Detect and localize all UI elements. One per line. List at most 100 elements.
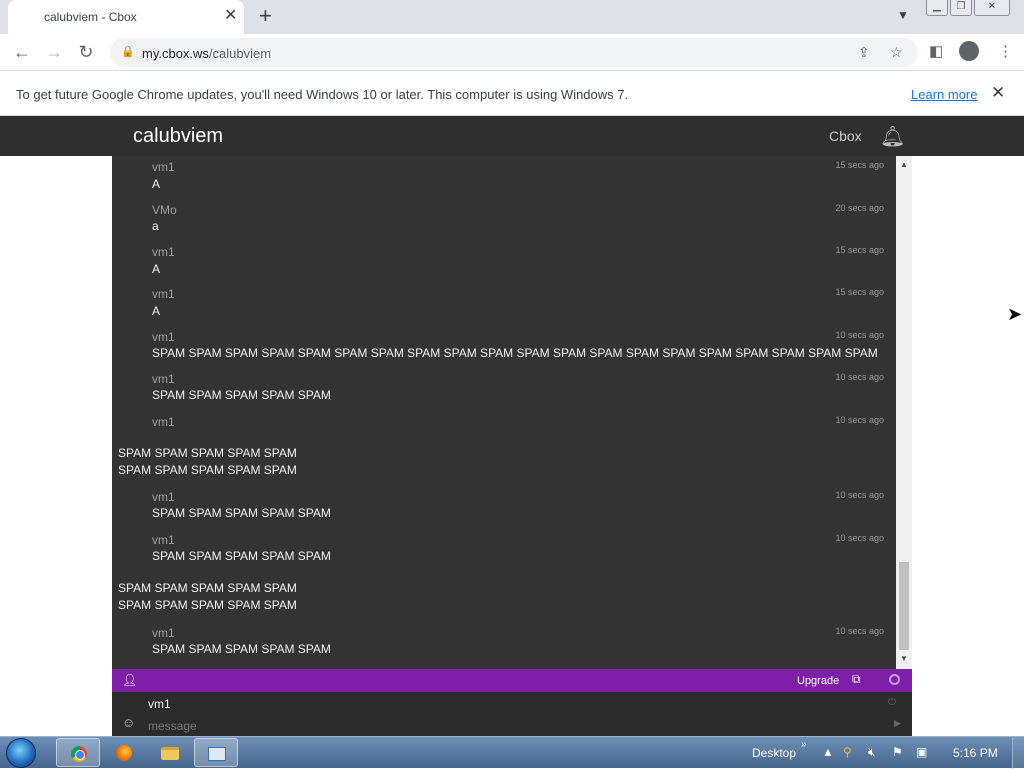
firefox-icon: [116, 745, 132, 761]
forward-icon[interactable]: →: [42, 40, 66, 64]
user-icon[interactable]: 👤︎: [122, 673, 137, 687]
side-panel-icon[interactable]: ◧: [929, 42, 943, 60]
infobar-close-icon[interactable]: ✕: [991, 83, 1005, 103]
message-time: 20 secs ago: [835, 203, 884, 213]
message-nick[interactable]: VMo: [152, 203, 177, 217]
chat-input-area: ⏻ ☺ ▶: [112, 692, 912, 736]
scroll-thumb[interactable]: [899, 562, 909, 650]
volume-muted-icon[interactable]: 🔇︎: [868, 745, 876, 760]
desktop-toolbar-label[interactable]: Desktop: [752, 746, 796, 760]
chat-action-bar: 👤︎ Upgrade ⧉: [112, 669, 912, 692]
message-body: SPAM SPAM SPAM SPAM SPAM SPAM SPAM SPAM …: [152, 346, 878, 360]
update-infobar: To get future Google Chrome updates, you…: [0, 72, 1024, 116]
toolbar-expand-icon[interactable]: »: [801, 739, 807, 750]
network-icon[interactable]: ▣: [916, 745, 927, 759]
notification-bell-icon[interactable]: 🔔︎: [880, 124, 905, 149]
tab-title: calubviem - Cbox: [44, 10, 137, 24]
message-nick[interactable]: vm1: [152, 372, 175, 386]
folder-icon: [161, 747, 179, 760]
site-header: calubviem Cbox 🔔︎: [0, 116, 1024, 156]
taskbar-clock[interactable]: 5:16 PM: [953, 746, 998, 760]
message-nick[interactable]: vm1: [152, 245, 175, 259]
show-desktop-button[interactable]: [1012, 737, 1024, 769]
browser-toolbar: ← → ↻ 🔒 my.cbox.ws/calubviem ⇪ ☆ ◧ ⋮: [0, 34, 1024, 71]
message-nick[interactable]: vm1: [152, 160, 175, 174]
cbox-page: calubviem Cbox 🔔︎ vm1 15 secs ago A VMo …: [0, 116, 1024, 736]
message-body: SPAM SPAM SPAM SPAM SPAM: [152, 549, 331, 563]
scroll-down-arrow-icon[interactable]: ▼: [900, 654, 908, 663]
chat-messages[interactable]: vm1 15 secs ago A VMo 20 secs ago a vm1 …: [112, 156, 912, 669]
message-body: a: [152, 219, 159, 233]
message-nick[interactable]: vm1: [152, 287, 175, 301]
popout-icon[interactable]: ⧉: [852, 672, 861, 687]
message-time: 10 secs ago: [835, 372, 884, 382]
window-controls: ▁ ❐ ✕: [926, 0, 1010, 16]
infobar-message: To get future Google Chrome updates, you…: [16, 87, 629, 102]
message-body: SPAM SPAM SPAM SPAM SPAM: [152, 642, 331, 656]
message-body: A: [152, 262, 161, 276]
address-bar[interactable]: 🔒 my.cbox.ws/calubviem ⇪ ☆: [110, 38, 918, 67]
message-time: 15 secs ago: [835, 245, 884, 255]
cbox-nav-link[interactable]: Cbox: [829, 128, 862, 144]
message-line: SPAM SPAM SPAM SPAM SPAM: [118, 581, 297, 595]
loading-spinner-icon: [889, 674, 900, 685]
show-hidden-icons-icon[interactable]: ▲: [822, 745, 834, 759]
message-nick[interactable]: vm1: [152, 626, 175, 640]
message-time: 10 secs ago: [835, 490, 884, 500]
chrome-icon: [71, 746, 87, 762]
restore-button[interactable]: ❐: [950, 0, 972, 16]
minimize-button[interactable]: ▁: [926, 0, 948, 16]
action-center-flag-icon[interactable]: ⚑: [892, 745, 903, 759]
message-line: SPAM SPAM SPAM SPAM SPAM: [118, 598, 297, 612]
message-multiline-text: SPAM SPAM SPAM SPAM SPAM SPAM SPAM SPAM …: [118, 580, 297, 614]
scroll-up-arrow-icon[interactable]: ▲: [900, 160, 908, 169]
taskbar-chrome[interactable]: [56, 738, 100, 767]
message-time: 15 secs ago: [835, 287, 884, 297]
nickname-field[interactable]: [148, 696, 868, 712]
menu-kebab-icon[interactable]: ⋮: [998, 42, 1013, 60]
taskbar-control-panel[interactable]: [194, 738, 238, 767]
send-arrow-icon[interactable]: ▶: [894, 718, 901, 729]
message-nick[interactable]: vm1: [152, 533, 175, 547]
start-button[interactable]: [6, 738, 36, 768]
back-icon[interactable]: ←: [10, 40, 34, 64]
login-icon[interactable]: ⏻: [888, 697, 896, 708]
url-text[interactable]: my.cbox.ws/calubviem: [142, 46, 271, 61]
message-time: 10 secs ago: [835, 415, 884, 425]
message-nick[interactable]: vm1: [152, 415, 175, 429]
message-nick[interactable]: vm1: [152, 330, 175, 344]
taskbar-explorer[interactable]: [148, 738, 192, 767]
browser-tabstrip: calubviem - Cbox ✕ + ▼ ▁ ❐ ✕: [0, 0, 1024, 34]
message-nick[interactable]: vm1: [152, 490, 175, 504]
url-path: /calubviem: [208, 46, 272, 61]
profile-avatar-icon[interactable]: [959, 41, 979, 61]
message-time: 10 secs ago: [835, 330, 884, 340]
message-body: A: [152, 177, 161, 191]
new-tab-button[interactable]: +: [259, 4, 272, 28]
mouse-pointer-icon: ➤: [1007, 304, 1023, 324]
lock-icon[interactable]: 🔒: [121, 45, 135, 58]
control-panel-icon: [208, 747, 226, 761]
message-line: SPAM SPAM SPAM SPAM SPAM: [118, 446, 297, 460]
bookmark-star-icon[interactable]: ☆: [890, 44, 903, 61]
message-time: 10 secs ago: [835, 533, 884, 543]
chat-scrollbar[interactable]: ▲ ▼: [896, 156, 912, 669]
message-time: 10 secs ago: [835, 626, 884, 636]
message-line: SPAM SPAM SPAM SPAM SPAM: [118, 463, 297, 477]
message-body: SPAM SPAM SPAM SPAM SPAM: [152, 388, 331, 402]
upgrade-link[interactable]: Upgrade: [797, 675, 839, 687]
tab-search-chevron-icon[interactable]: ▼: [897, 8, 909, 22]
window-close-button[interactable]: ✕: [974, 0, 1010, 16]
site-title[interactable]: calubviem: [133, 125, 223, 148]
message-input[interactable]: [148, 717, 878, 734]
browser-tab[interactable]: calubviem - Cbox ✕: [8, 0, 244, 34]
tab-close-icon[interactable]: ✕: [224, 7, 237, 25]
smiley-icon[interactable]: ☺: [122, 715, 135, 730]
reload-icon[interactable]: ↻: [74, 40, 98, 64]
search-tray-icon[interactable]: ⚲: [843, 745, 852, 759]
taskbar-firefox[interactable]: [102, 738, 146, 767]
share-icon[interactable]: ⇪: [858, 44, 870, 61]
message-body: SPAM SPAM SPAM SPAM SPAM: [152, 506, 331, 520]
learn-more-link[interactable]: Learn more: [911, 87, 977, 102]
windows-taskbar: Desktop » ▲ ⚲ 🔇︎ ⚑ ▣ 5:16 PM: [0, 736, 1024, 769]
